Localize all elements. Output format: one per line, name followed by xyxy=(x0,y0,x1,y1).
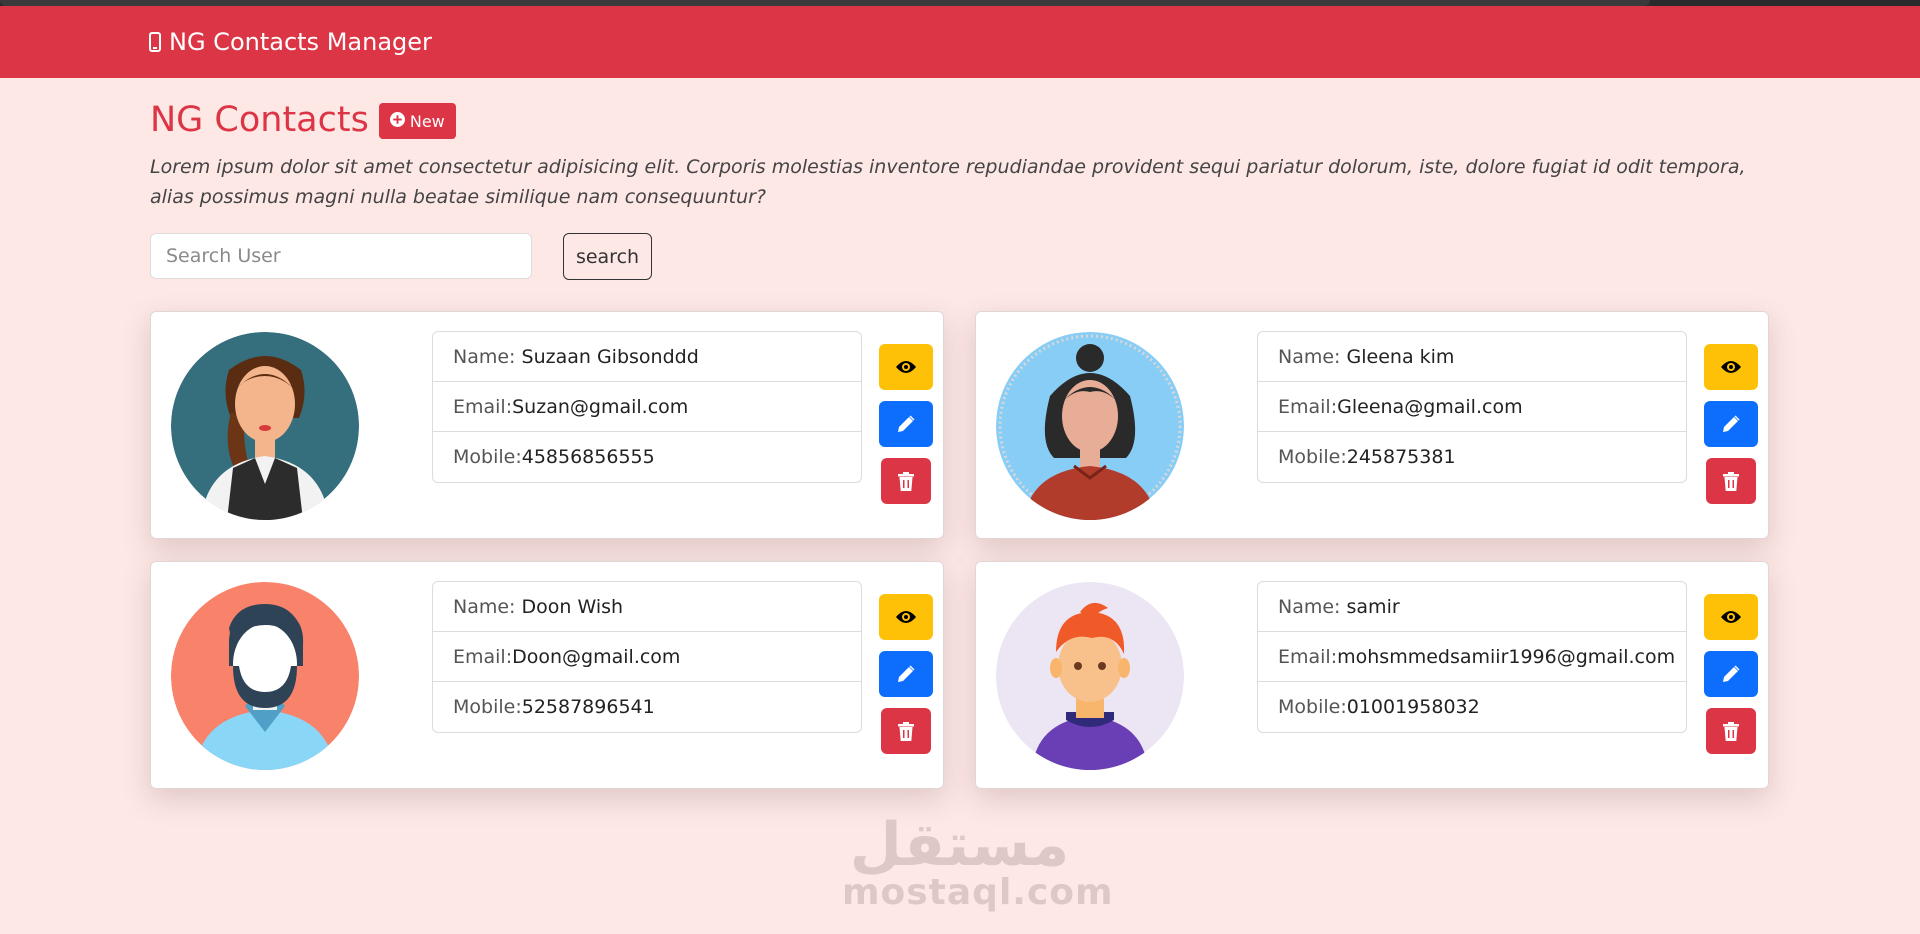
contact-mobile-row: Mobile: 245875381 xyxy=(1258,432,1686,482)
contact-info-list: Name: Doon Wish Email: Doon@gmail.com Mob… xyxy=(432,581,862,733)
contact-name: Doon Wish xyxy=(521,595,624,618)
contact-card: Name: Doon Wish Email: Doon@gmail.com Mob… xyxy=(150,561,944,789)
contact-mobile-row: Mobile: 45856856555 xyxy=(433,432,861,482)
name-label: Name: xyxy=(453,595,516,618)
contact-info-list: Name: Suzaan Gibsonddd Email: Suzan@gmail… xyxy=(432,331,862,483)
pencil-icon xyxy=(1723,415,1740,432)
trash-icon xyxy=(1723,471,1739,491)
contact-email: Doon@gmail.com xyxy=(512,645,681,668)
pencil-icon xyxy=(1723,665,1740,682)
email-label: Email: xyxy=(1278,645,1338,668)
contact-email: Suzan@gmail.com xyxy=(512,395,689,418)
contact-card: Name: samir Email: mohsmmedsamiir1996@gma… xyxy=(975,561,1769,789)
email-label: Email: xyxy=(1278,395,1338,418)
navbar-brand[interactable]: NG Contacts Manager xyxy=(149,6,432,78)
delete-contact-button[interactable] xyxy=(1706,708,1756,754)
contact-mobile-row: Mobile: 52587896541 xyxy=(433,682,861,732)
contact-actions xyxy=(879,344,935,515)
edit-contact-button[interactable] xyxy=(1704,401,1758,447)
edit-contact-button[interactable] xyxy=(879,401,933,447)
contact-card: Name: Gleena kim Email: Gleena@gmail.com … xyxy=(975,311,1769,539)
view-contact-button[interactable] xyxy=(1704,594,1758,640)
search-button[interactable]: search xyxy=(563,233,652,280)
watermark-latin: mostaql.com xyxy=(842,872,1114,913)
contact-actions xyxy=(879,594,935,765)
woman-avatar-icon xyxy=(171,332,359,520)
contact-mobile: 45856856555 xyxy=(521,446,655,468)
page-description: Lorem ipsum dolor sit amet consectetur a… xyxy=(150,156,1746,208)
contact-name: Gleena kim xyxy=(1346,345,1455,368)
bearded-man-avatar-icon xyxy=(171,582,359,770)
delete-contact-button[interactable] xyxy=(1706,458,1756,504)
contact-name: samir xyxy=(1346,595,1400,618)
contact-actions xyxy=(1704,344,1760,515)
plus-circle-icon xyxy=(389,111,405,131)
name-label: Name: xyxy=(1278,345,1341,368)
name-label: Name: xyxy=(1278,595,1341,618)
contact-card: Name: Suzaan Gibsonddd Email: Suzan@gmail… xyxy=(150,311,944,539)
delete-contact-button[interactable] xyxy=(881,708,931,754)
eye-icon xyxy=(896,611,916,623)
edit-contact-button[interactable] xyxy=(1704,651,1758,697)
eye-icon xyxy=(1721,611,1741,623)
name-label: Name: xyxy=(453,345,516,368)
contact-email: mohsmmedsamiir1996@gmail.com xyxy=(1337,645,1676,668)
mobile-phone-icon xyxy=(149,32,161,52)
contact-name-row: Name: Gleena kim xyxy=(1258,332,1686,382)
contact-mobile: 245875381 xyxy=(1346,446,1456,468)
contact-email-row: Email: Gleena@gmail.com xyxy=(1258,382,1686,432)
new-contact-button[interactable]: New xyxy=(378,103,456,139)
pencil-icon xyxy=(898,665,915,682)
contact-mobile: 52587896541 xyxy=(521,696,655,718)
trash-icon xyxy=(898,471,914,491)
email-label: Email: xyxy=(453,645,513,668)
contact-actions xyxy=(1704,594,1760,765)
woman-bun-avatar-icon xyxy=(996,332,1184,520)
pencil-icon xyxy=(898,415,915,432)
watermark: مستقل mostaql.com xyxy=(842,810,1114,913)
mobile-label: Mobile: xyxy=(1278,446,1347,468)
boy-avatar-icon xyxy=(996,582,1184,770)
mobile-label: Mobile: xyxy=(453,446,522,468)
view-contact-button[interactable] xyxy=(879,344,933,390)
contact-info-list: Name: Gleena kim Email: Gleena@gmail.com … xyxy=(1257,331,1687,483)
search-input[interactable] xyxy=(150,233,532,279)
contact-name-row: Name: samir xyxy=(1258,582,1686,632)
contact-mobile-row: Mobile: 01001958032 xyxy=(1258,682,1686,732)
view-contact-button[interactable] xyxy=(879,594,933,640)
eye-icon xyxy=(1721,361,1741,373)
contact-name-row: Name: Doon Wish xyxy=(433,582,861,632)
contact-info-list: Name: samir Email: mohsmmedsamiir1996@gma… xyxy=(1257,581,1687,733)
contact-email-row: Email: mohsmmedsamiir1996@gmail.com xyxy=(1258,632,1686,682)
trash-icon xyxy=(1723,721,1739,741)
trash-icon xyxy=(898,721,914,741)
page-header: NG Contacts New xyxy=(150,100,456,140)
new-button-label: New xyxy=(409,111,445,131)
contact-email-row: Email: Doon@gmail.com xyxy=(433,632,861,682)
contact-name-row: Name: Suzaan Gibsonddd xyxy=(433,332,861,382)
contact-mobile: 01001958032 xyxy=(1346,696,1480,718)
brand-label: NG Contacts Manager xyxy=(169,28,432,56)
contact-email-row: Email: Suzan@gmail.com xyxy=(433,382,861,432)
email-label: Email: xyxy=(453,395,513,418)
navbar: NG Contacts Manager xyxy=(0,6,1920,78)
watermark-arabic: مستقل xyxy=(849,810,1070,880)
contact-email: Gleena@gmail.com xyxy=(1337,395,1523,418)
delete-contact-button[interactable] xyxy=(881,458,931,504)
mobile-label: Mobile: xyxy=(453,696,522,718)
edit-contact-button[interactable] xyxy=(879,651,933,697)
mobile-label: Mobile: xyxy=(1278,696,1347,718)
eye-icon xyxy=(896,361,916,373)
page-title: NG Contacts xyxy=(150,100,369,140)
contact-name: Suzaan Gibsonddd xyxy=(521,345,699,368)
view-contact-button[interactable] xyxy=(1704,344,1758,390)
